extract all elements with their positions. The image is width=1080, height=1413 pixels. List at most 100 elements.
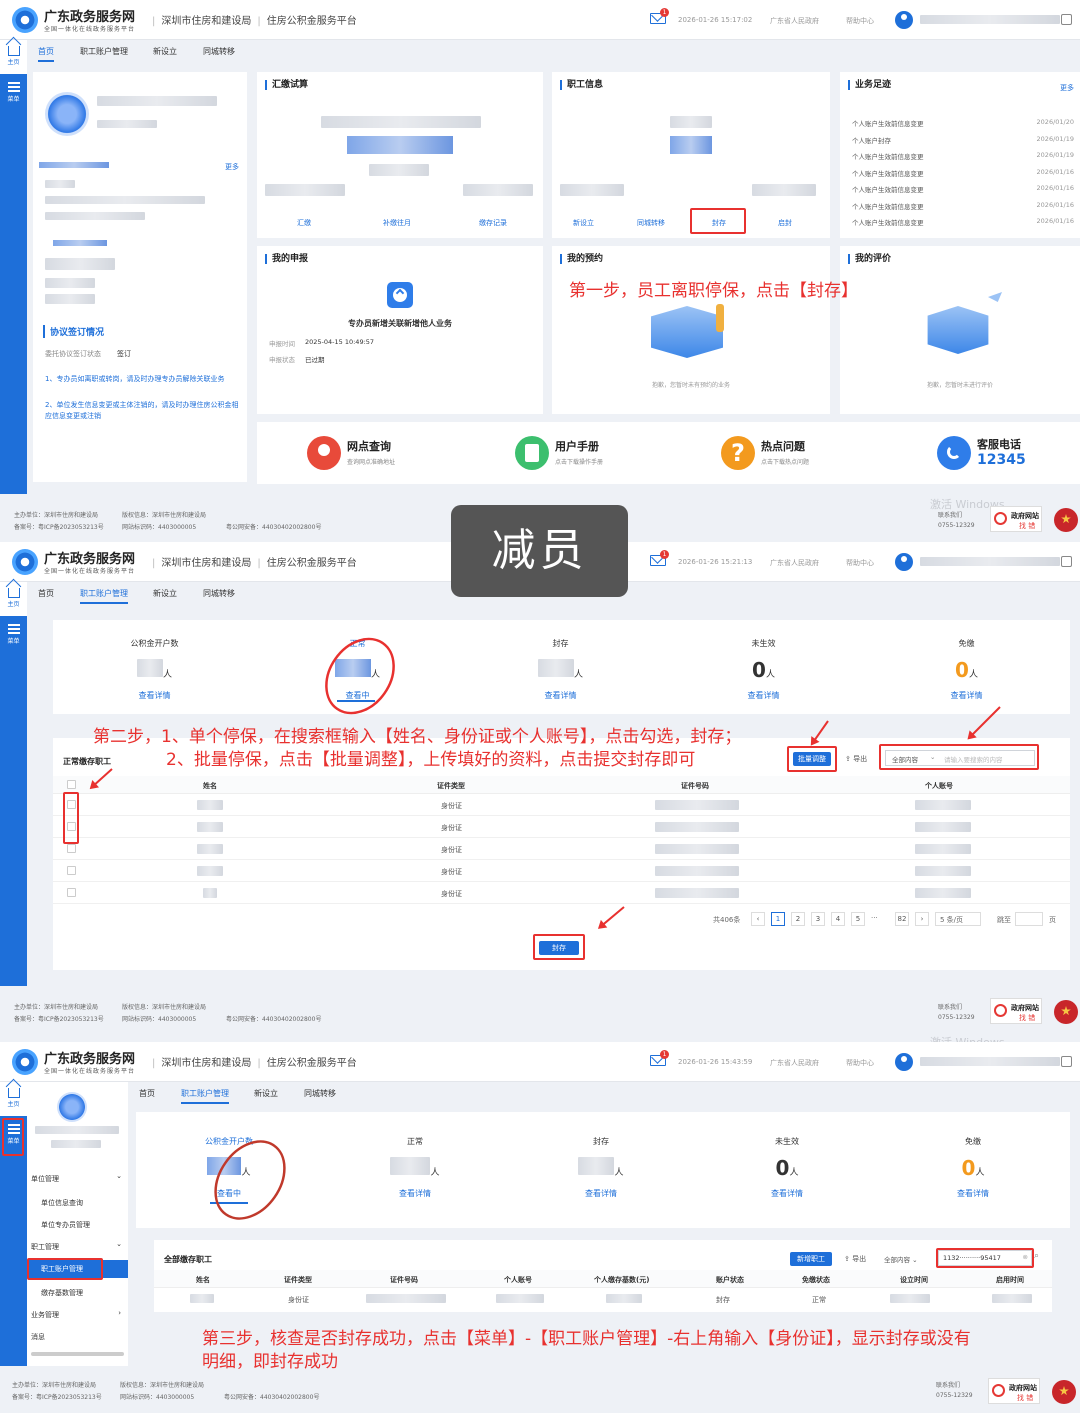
nav-home[interactable]: 首页: [139, 1088, 155, 1099]
table-row[interactable]: 身份证 封存 正常: [154, 1288, 1052, 1308]
table-row[interactable]: 身份证: [53, 882, 1070, 904]
avatar[interactable]: [895, 1053, 913, 1071]
goto-page-input[interactable]: [1015, 912, 1043, 926]
page-1[interactable]: 1: [771, 912, 785, 926]
list-item[interactable]: 个人账户封存 2026/01/19: [852, 135, 1074, 152]
quick-phone[interactable]: 客服电话 12345: [977, 436, 1026, 468]
calc-link-back[interactable]: 补缴往月: [383, 218, 411, 228]
side-menu[interactable]: 菜单: [0, 74, 27, 494]
manual-icon[interactable]: [515, 436, 549, 470]
table-row[interactable]: 身份证: [53, 816, 1070, 838]
logout-icon[interactable]: [1061, 1056, 1072, 1067]
staff-link-setup[interactable]: 新设立: [573, 218, 594, 228]
side-menu[interactable]: 菜单: [0, 616, 27, 986]
gd-logo-icon[interactable]: [12, 1049, 38, 1075]
list-item[interactable]: 个人账户生效前信息变更 2026/01/16: [852, 201, 1074, 218]
logout-icon[interactable]: [1061, 556, 1072, 567]
nav-setup[interactable]: 新设立: [153, 588, 177, 599]
gov-link[interactable]: 广东省人民政府: [770, 558, 819, 568]
export-button[interactable]: ⇪ 导出: [845, 754, 867, 764]
nav-account[interactable]: 职工账户管理: [80, 588, 128, 604]
police-link[interactable]: 粤公网安备：44030402002800号: [226, 1014, 321, 1023]
help-link[interactable]: 帮助中心: [846, 16, 874, 26]
gd-logo-icon[interactable]: [12, 7, 38, 33]
nav-account[interactable]: 职工账户管理: [80, 46, 128, 57]
add-staff-button[interactable]: 新增职工: [790, 1252, 832, 1266]
sidebar-item-unit-info[interactable]: 单位信息查询: [41, 1198, 83, 1208]
side-home[interactable]: 主页: [0, 582, 27, 616]
gov-link[interactable]: 广东省人民政府: [770, 1058, 819, 1068]
search-icon[interactable]: ⌕: [1034, 1251, 1039, 1261]
find-error-badge[interactable]: 政府网站找 错: [990, 506, 1042, 532]
select-all-checkbox[interactable]: [67, 780, 76, 789]
search-scope-select[interactable]: 全部内容 ⌄: [884, 1254, 918, 1264]
list-item[interactable]: 个人账户生效前信息变更 2026/01/16: [852, 168, 1074, 185]
list-item[interactable]: 个人账户生效前信息变更 2026/01/16: [852, 184, 1074, 201]
nav-transfer[interactable]: 同城转移: [203, 46, 235, 57]
question-icon[interactable]: ?: [721, 436, 755, 470]
avatar[interactable]: [895, 11, 913, 29]
page-2[interactable]: 2: [791, 912, 805, 926]
nav-home[interactable]: 首页: [38, 46, 54, 62]
nav-home[interactable]: 首页: [38, 588, 54, 599]
side-home[interactable]: 主页: [0, 1082, 27, 1116]
sidebar-item-staff-mgmt[interactable]: 职工管理 ⌄: [31, 1240, 124, 1252]
nav-setup[interactable]: 新设立: [153, 46, 177, 57]
table-row[interactable]: 身份证: [53, 838, 1070, 860]
calc-link-pay[interactable]: 汇缴: [297, 218, 311, 228]
page-5[interactable]: 5: [851, 912, 865, 926]
page-ellipsis[interactable]: ···: [871, 914, 878, 922]
next-page-button[interactable]: ›: [915, 912, 929, 926]
left-more-link[interactable]: 更多: [225, 162, 239, 172]
quick-manual[interactable]: 用户手册 点击下载操作手册: [555, 438, 603, 466]
gov-link[interactable]: 广东省人民政府: [770, 16, 819, 26]
nav-setup[interactable]: 新设立: [254, 1088, 278, 1099]
list-item[interactable]: 个人账户生效前信息变更 2026/01/20: [852, 118, 1074, 135]
sidebar-item-business[interactable]: 业务管理 ›: [31, 1309, 124, 1320]
quick-outlets[interactable]: 网点查询 查询网点准确地址: [347, 438, 395, 466]
nav-transfer[interactable]: 同城转移: [203, 588, 235, 599]
table-row[interactable]: 身份证: [53, 794, 1070, 816]
list-item[interactable]: 个人账户生效前信息变更 2026/01/16: [852, 217, 1074, 234]
table-row[interactable]: 身份证: [53, 860, 1070, 882]
find-error-icon: [992, 1384, 1005, 1397]
staff-link-transfer[interactable]: 同城转移: [637, 218, 665, 228]
page-3[interactable]: 3: [811, 912, 825, 926]
sidebar-item-message[interactable]: 消息: [31, 1332, 45, 1342]
page-size-select[interactable]: 5 条/页: [935, 912, 981, 926]
home-icon: [7, 46, 20, 56]
list-item[interactable]: 个人账户生效前信息变更 2026/01/19: [852, 151, 1074, 168]
nav-transfer[interactable]: 同城转移: [304, 1088, 336, 1099]
calc-link-record[interactable]: 缴存记录: [479, 218, 507, 228]
row-checkbox[interactable]: [67, 844, 76, 853]
sidebar-scrollbar[interactable]: [31, 1352, 124, 1356]
top-header: 广东政务服务网 全国一体化在线政务服务平台 | 深圳市住房和建设局 | 住房公积金服务…: [0, 0, 1080, 40]
declare-task-name[interactable]: 专办员新增关联新增他人业务: [257, 318, 543, 329]
police-link[interactable]: 粤公网安备：44030402002800号: [224, 1392, 319, 1401]
side-home[interactable]: 主页: [0, 40, 27, 74]
avatar[interactable]: [895, 553, 913, 571]
phone-icon[interactable]: [937, 436, 971, 470]
menu-icon: [7, 82, 20, 92]
page-4[interactable]: 4: [831, 912, 845, 926]
export-button[interactable]: ⇪ 导出: [844, 1254, 866, 1264]
row-checkbox[interactable]: [67, 888, 76, 897]
find-error-badge[interactable]: 政府网站找 错: [990, 998, 1042, 1024]
trace-more-link[interactable]: 更多: [1060, 83, 1074, 93]
quick-hot[interactable]: 热点问题 点击下载热点问题: [761, 438, 809, 466]
row-checkbox[interactable]: [67, 866, 76, 875]
logout-icon[interactable]: [1061, 14, 1072, 25]
staff-link-unseal[interactable]: 启封: [778, 218, 792, 228]
find-error-badge[interactable]: 政府网站找 错: [988, 1378, 1040, 1404]
sidebar-item-unit-agent[interactable]: 单位专办员管理: [41, 1220, 90, 1230]
page-last[interactable]: 82: [895, 912, 909, 926]
sidebar-item-unit-mgmt[interactable]: 单位管理 ⌄: [31, 1172, 124, 1184]
location-icon[interactable]: [307, 436, 341, 470]
help-link[interactable]: 帮助中心: [846, 558, 874, 568]
police-link[interactable]: 粤公网安备：44030402002800号: [226, 522, 321, 531]
prev-page-button[interactable]: ‹: [751, 912, 765, 926]
nav-account[interactable]: 职工账户管理: [181, 1088, 229, 1104]
gd-logo-icon[interactable]: [12, 549, 38, 575]
sidebar-item-deposit-base[interactable]: 缴存基数管理: [41, 1288, 83, 1298]
help-link[interactable]: 帮助中心: [846, 1058, 874, 1068]
